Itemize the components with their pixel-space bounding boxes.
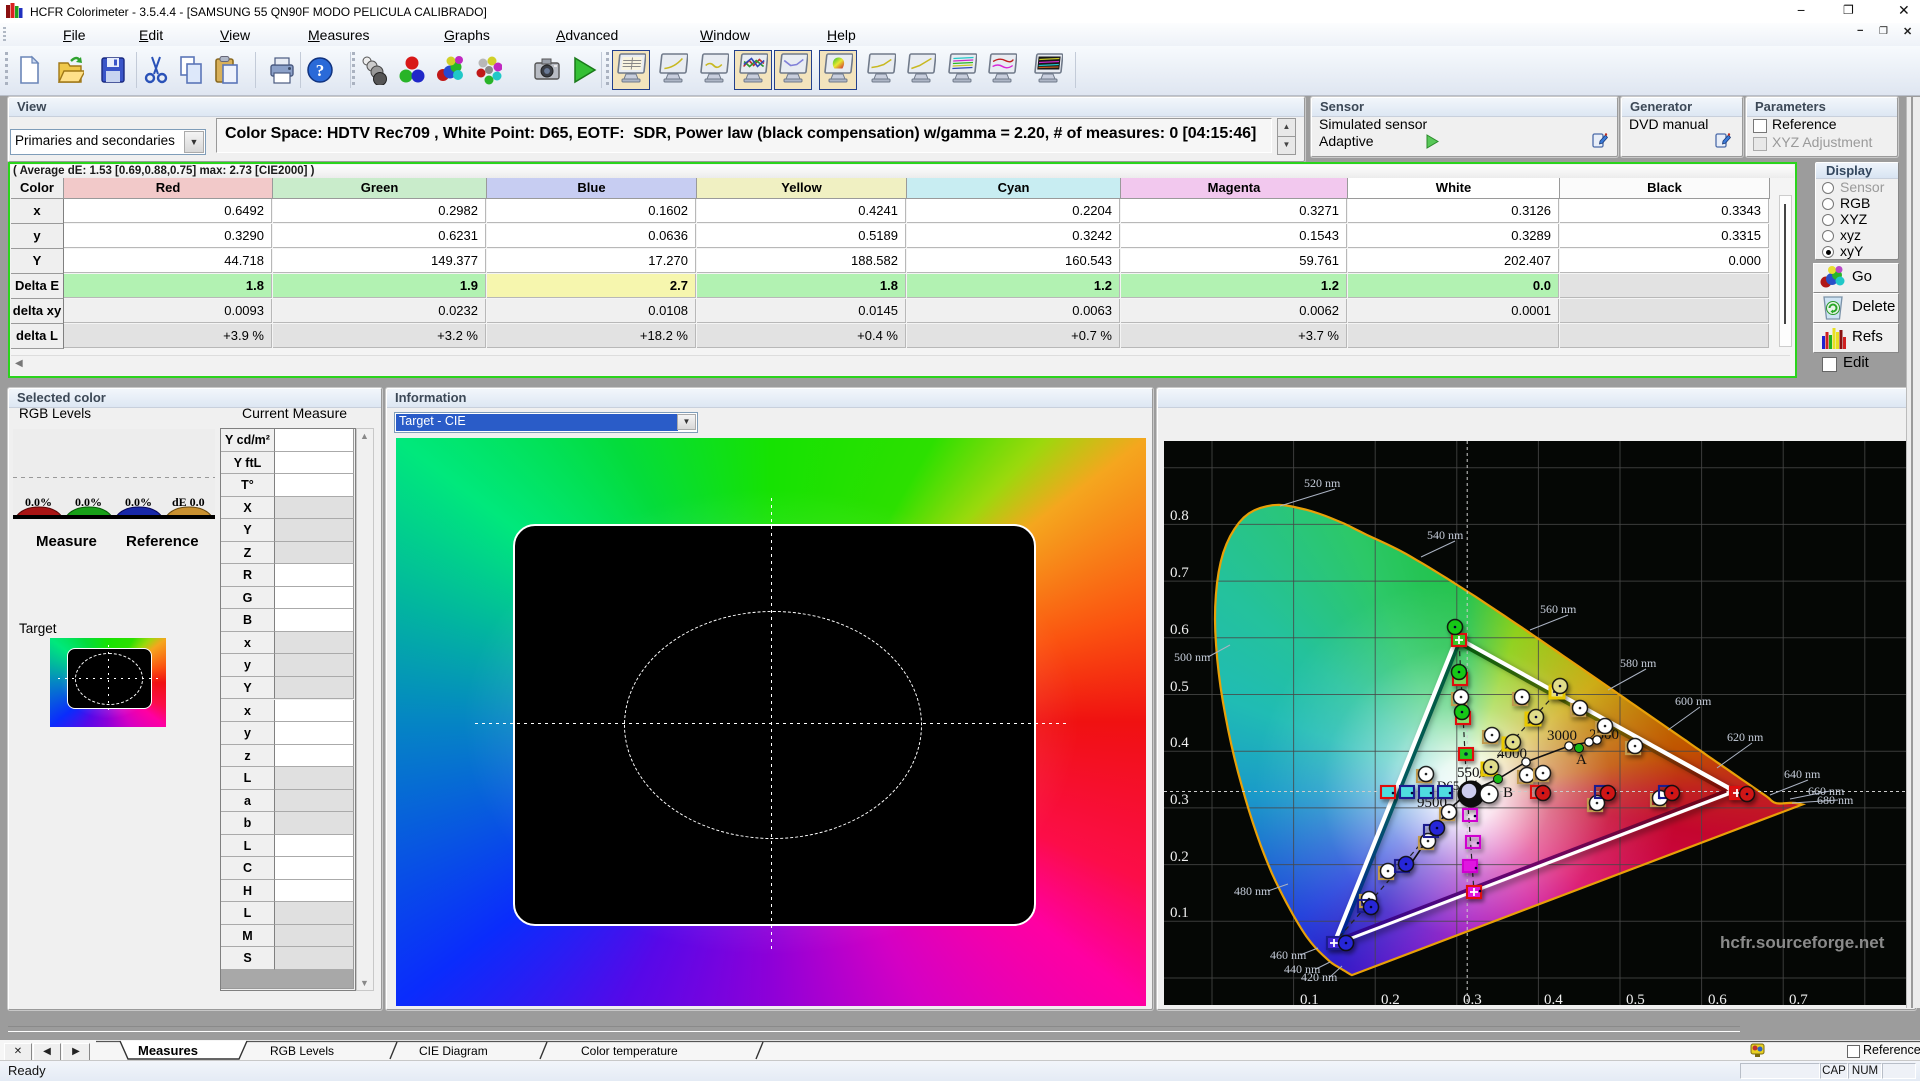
svg-text:?: ? [316,61,325,80]
svg-text:0.7: 0.7 [1170,565,1189,581]
svg-text:500 nm: 500 nm [1174,650,1211,664]
svg-text:0.8: 0.8 [1170,508,1189,524]
svg-text:420 nm: 420 nm [1301,970,1338,984]
svg-text:0.3: 0.3 [1170,792,1189,808]
svg-text:0.1: 0.1 [1170,905,1189,921]
svg-text:600 nm: 600 nm [1675,694,1712,708]
svg-text:A: A [1576,752,1587,768]
svg-text:3000: 3000 [1547,728,1577,744]
svg-text:0.5: 0.5 [1170,679,1189,695]
svg-text:Measures: Measures [138,1043,198,1058]
svg-text:560 nm: 560 nm [1540,602,1577,616]
svg-text:0.6: 0.6 [1170,622,1189,638]
svg-text:RGB Levels: RGB Levels [270,1044,334,1058]
svg-text:0.6: 0.6 [1708,992,1727,1005]
svg-text:460 nm: 460 nm [1270,948,1307,962]
svg-text:0.5: 0.5 [1626,992,1645,1005]
svg-text:0.3: 0.3 [1463,992,1482,1005]
svg-text:520 nm: 520 nm [1304,476,1341,490]
svg-text:680 nm: 680 nm [1817,793,1854,807]
svg-text:hcfr.sourceforge.net: hcfr.sourceforge.net [1720,933,1885,952]
svg-text:B: B [1503,785,1513,801]
svg-text:Color temperature: Color temperature [581,1044,678,1058]
svg-text:0.2: 0.2 [1381,992,1400,1005]
svg-text:0.4: 0.4 [1170,735,1189,751]
svg-text:540 nm: 540 nm [1427,528,1464,542]
svg-text:0.7: 0.7 [1789,992,1808,1005]
svg-text:580 nm: 580 nm [1620,656,1657,670]
svg-text:CIE Diagram: CIE Diagram [419,1044,488,1058]
svg-text:0.2: 0.2 [1170,849,1189,865]
svg-text:480 nm: 480 nm [1234,884,1271,898]
svg-text:640 nm: 640 nm [1784,767,1821,781]
svg-text:0.4: 0.4 [1544,992,1563,1005]
svg-text:620 nm: 620 nm [1727,730,1764,744]
svg-text:0.1: 0.1 [1300,992,1319,1005]
